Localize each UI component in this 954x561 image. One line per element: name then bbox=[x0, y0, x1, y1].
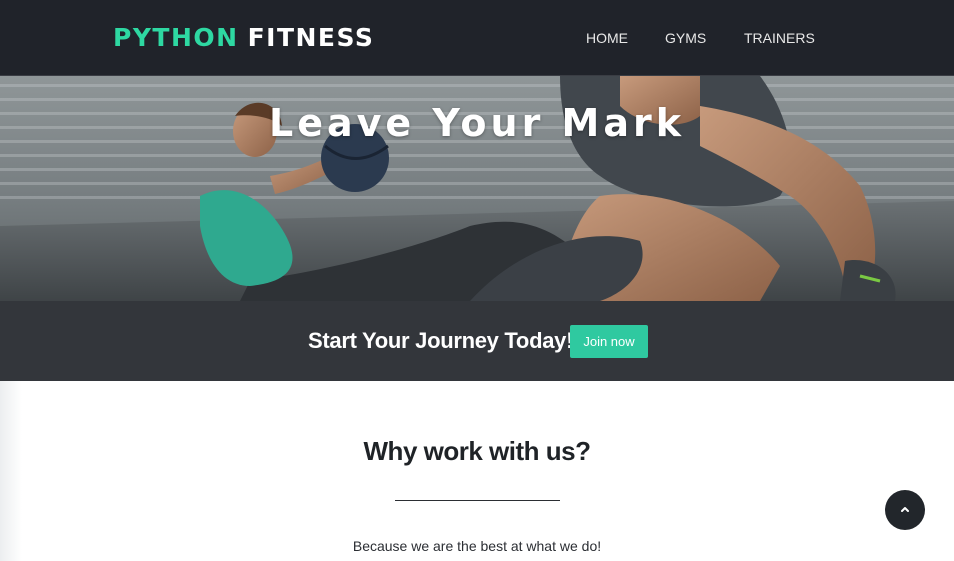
hero-banner: Leave Your Mark bbox=[0, 76, 954, 301]
nav-link-home[interactable]: HOME bbox=[586, 28, 628, 48]
brand-part-fitness: FITNESS bbox=[247, 23, 375, 52]
sidebar-shadow bbox=[0, 381, 22, 561]
cta-text: Start Your Journey Today! bbox=[308, 328, 574, 353]
brand-part-python: PYTHON bbox=[113, 23, 239, 52]
section-divider bbox=[395, 500, 560, 501]
join-now-button[interactable]: Join now bbox=[570, 325, 648, 358]
hero-title: Leave Your Mark bbox=[268, 101, 686, 145]
top-navbar: PYTHON FITNESS HOME GYMS TRAINERS bbox=[0, 0, 954, 76]
nav-link-gyms[interactable]: GYMS bbox=[665, 28, 706, 48]
scroll-to-top-button[interactable] bbox=[885, 490, 925, 530]
cta-band: Start Your Journey Today! Join now bbox=[0, 301, 954, 381]
nav-link-trainers[interactable]: TRAINERS bbox=[744, 28, 815, 48]
chevron-up-icon bbox=[901, 507, 909, 512]
section-subtitle: Because we are the best at what we do! bbox=[352, 538, 602, 554]
brand-logo[interactable]: PYTHON FITNESS bbox=[113, 22, 374, 54]
section-title: Why work with us? bbox=[363, 436, 591, 466]
